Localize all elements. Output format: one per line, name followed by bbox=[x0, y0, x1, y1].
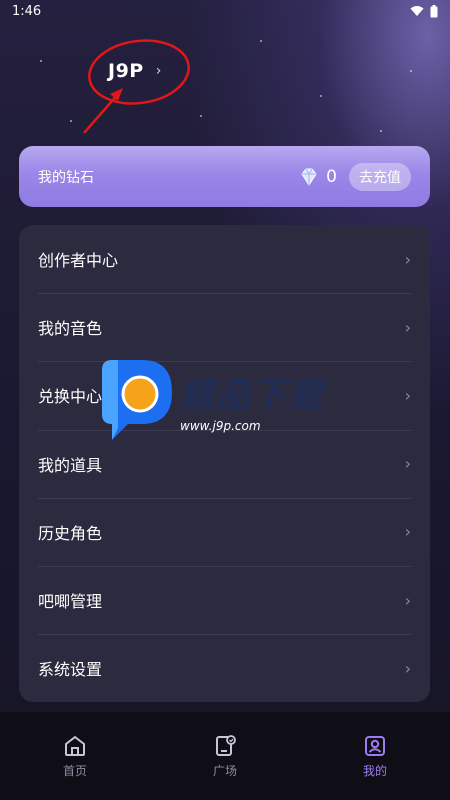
nav-label: 我的 bbox=[362, 763, 387, 778]
wifi-icon bbox=[410, 6, 424, 16]
diamond-label: 我的钻石 bbox=[38, 169, 94, 186]
username[interactable]: J9P bbox=[108, 60, 144, 82]
home-icon bbox=[65, 735, 85, 756]
watermark-logo-icon bbox=[102, 360, 172, 440]
status-time: 1:46 bbox=[12, 3, 42, 19]
star-decoration bbox=[380, 130, 382, 132]
profile-header[interactable]: J9P › bbox=[108, 60, 161, 82]
star-decoration bbox=[40, 60, 42, 62]
menu-list: 创作者中心 › 我的音色 › 兑换中心 › 我的道具 › 历史角色 › 吧唧管理… bbox=[19, 225, 430, 702]
nav-item-plaza[interactable]: 广场 bbox=[180, 734, 270, 779]
nav-item-home[interactable]: 首页 bbox=[30, 734, 120, 779]
bottom-nav: 首页 广场 我的 bbox=[0, 712, 450, 800]
watermark: 精品下载 www.j9p.com bbox=[98, 358, 358, 442]
chevron-right-icon: › bbox=[404, 590, 411, 610]
star-decoration bbox=[320, 95, 322, 97]
profile-icon bbox=[365, 735, 385, 756]
menu-item-my-voices[interactable]: 我的音色 › bbox=[19, 293, 430, 361]
chevron-right-icon: › bbox=[155, 63, 162, 79]
watermark-url: www.j9p.com bbox=[180, 418, 261, 433]
chevron-right-icon: › bbox=[404, 249, 411, 269]
star-decoration bbox=[70, 120, 72, 122]
star-decoration bbox=[410, 70, 412, 72]
chevron-right-icon: › bbox=[404, 385, 411, 405]
nav-label: 广场 bbox=[212, 763, 237, 778]
chevron-right-icon: › bbox=[404, 658, 411, 678]
status-bar: 1:46 bbox=[0, 0, 450, 22]
star-decoration bbox=[200, 115, 202, 117]
menu-item-label: 我的道具 bbox=[38, 455, 103, 475]
battery-icon bbox=[430, 4, 438, 17]
chevron-right-icon: › bbox=[404, 522, 411, 542]
menu-item-system-settings[interactable]: 系统设置 › bbox=[19, 634, 430, 702]
menu-item-label: 兑换中心 bbox=[38, 387, 103, 407]
menu-item-label: 吧唧管理 bbox=[38, 592, 103, 612]
menu-item-creator-center[interactable]: 创作者中心 › bbox=[19, 225, 430, 293]
diamond-card: 我的钻石 0 去充值 bbox=[19, 146, 430, 207]
nav-label: 首页 bbox=[62, 763, 87, 778]
menu-item-label: 系统设置 bbox=[38, 660, 103, 680]
chevron-right-icon: › bbox=[404, 454, 411, 474]
chevron-right-icon: › bbox=[404, 317, 411, 337]
menu-item-label: 创作者中心 bbox=[38, 251, 119, 271]
menu-item-label: 历史角色 bbox=[38, 523, 103, 543]
menu-item-badge-management[interactable]: 吧唧管理 › bbox=[19, 565, 430, 634]
diamond-icon bbox=[301, 168, 317, 186]
menu-item-history-roles[interactable]: 历史角色 › bbox=[19, 497, 430, 566]
menu-item-label: 我的音色 bbox=[38, 319, 103, 339]
star-decoration bbox=[260, 40, 262, 42]
plaza-icon bbox=[216, 734, 236, 756]
diamond-count: 0 bbox=[326, 166, 337, 187]
nav-item-mine[interactable]: 我的 bbox=[330, 734, 420, 779]
watermark-title: 精品下载 bbox=[180, 375, 324, 416]
recharge-button[interactable]: 去充值 bbox=[349, 162, 411, 191]
status-icons bbox=[410, 4, 438, 18]
